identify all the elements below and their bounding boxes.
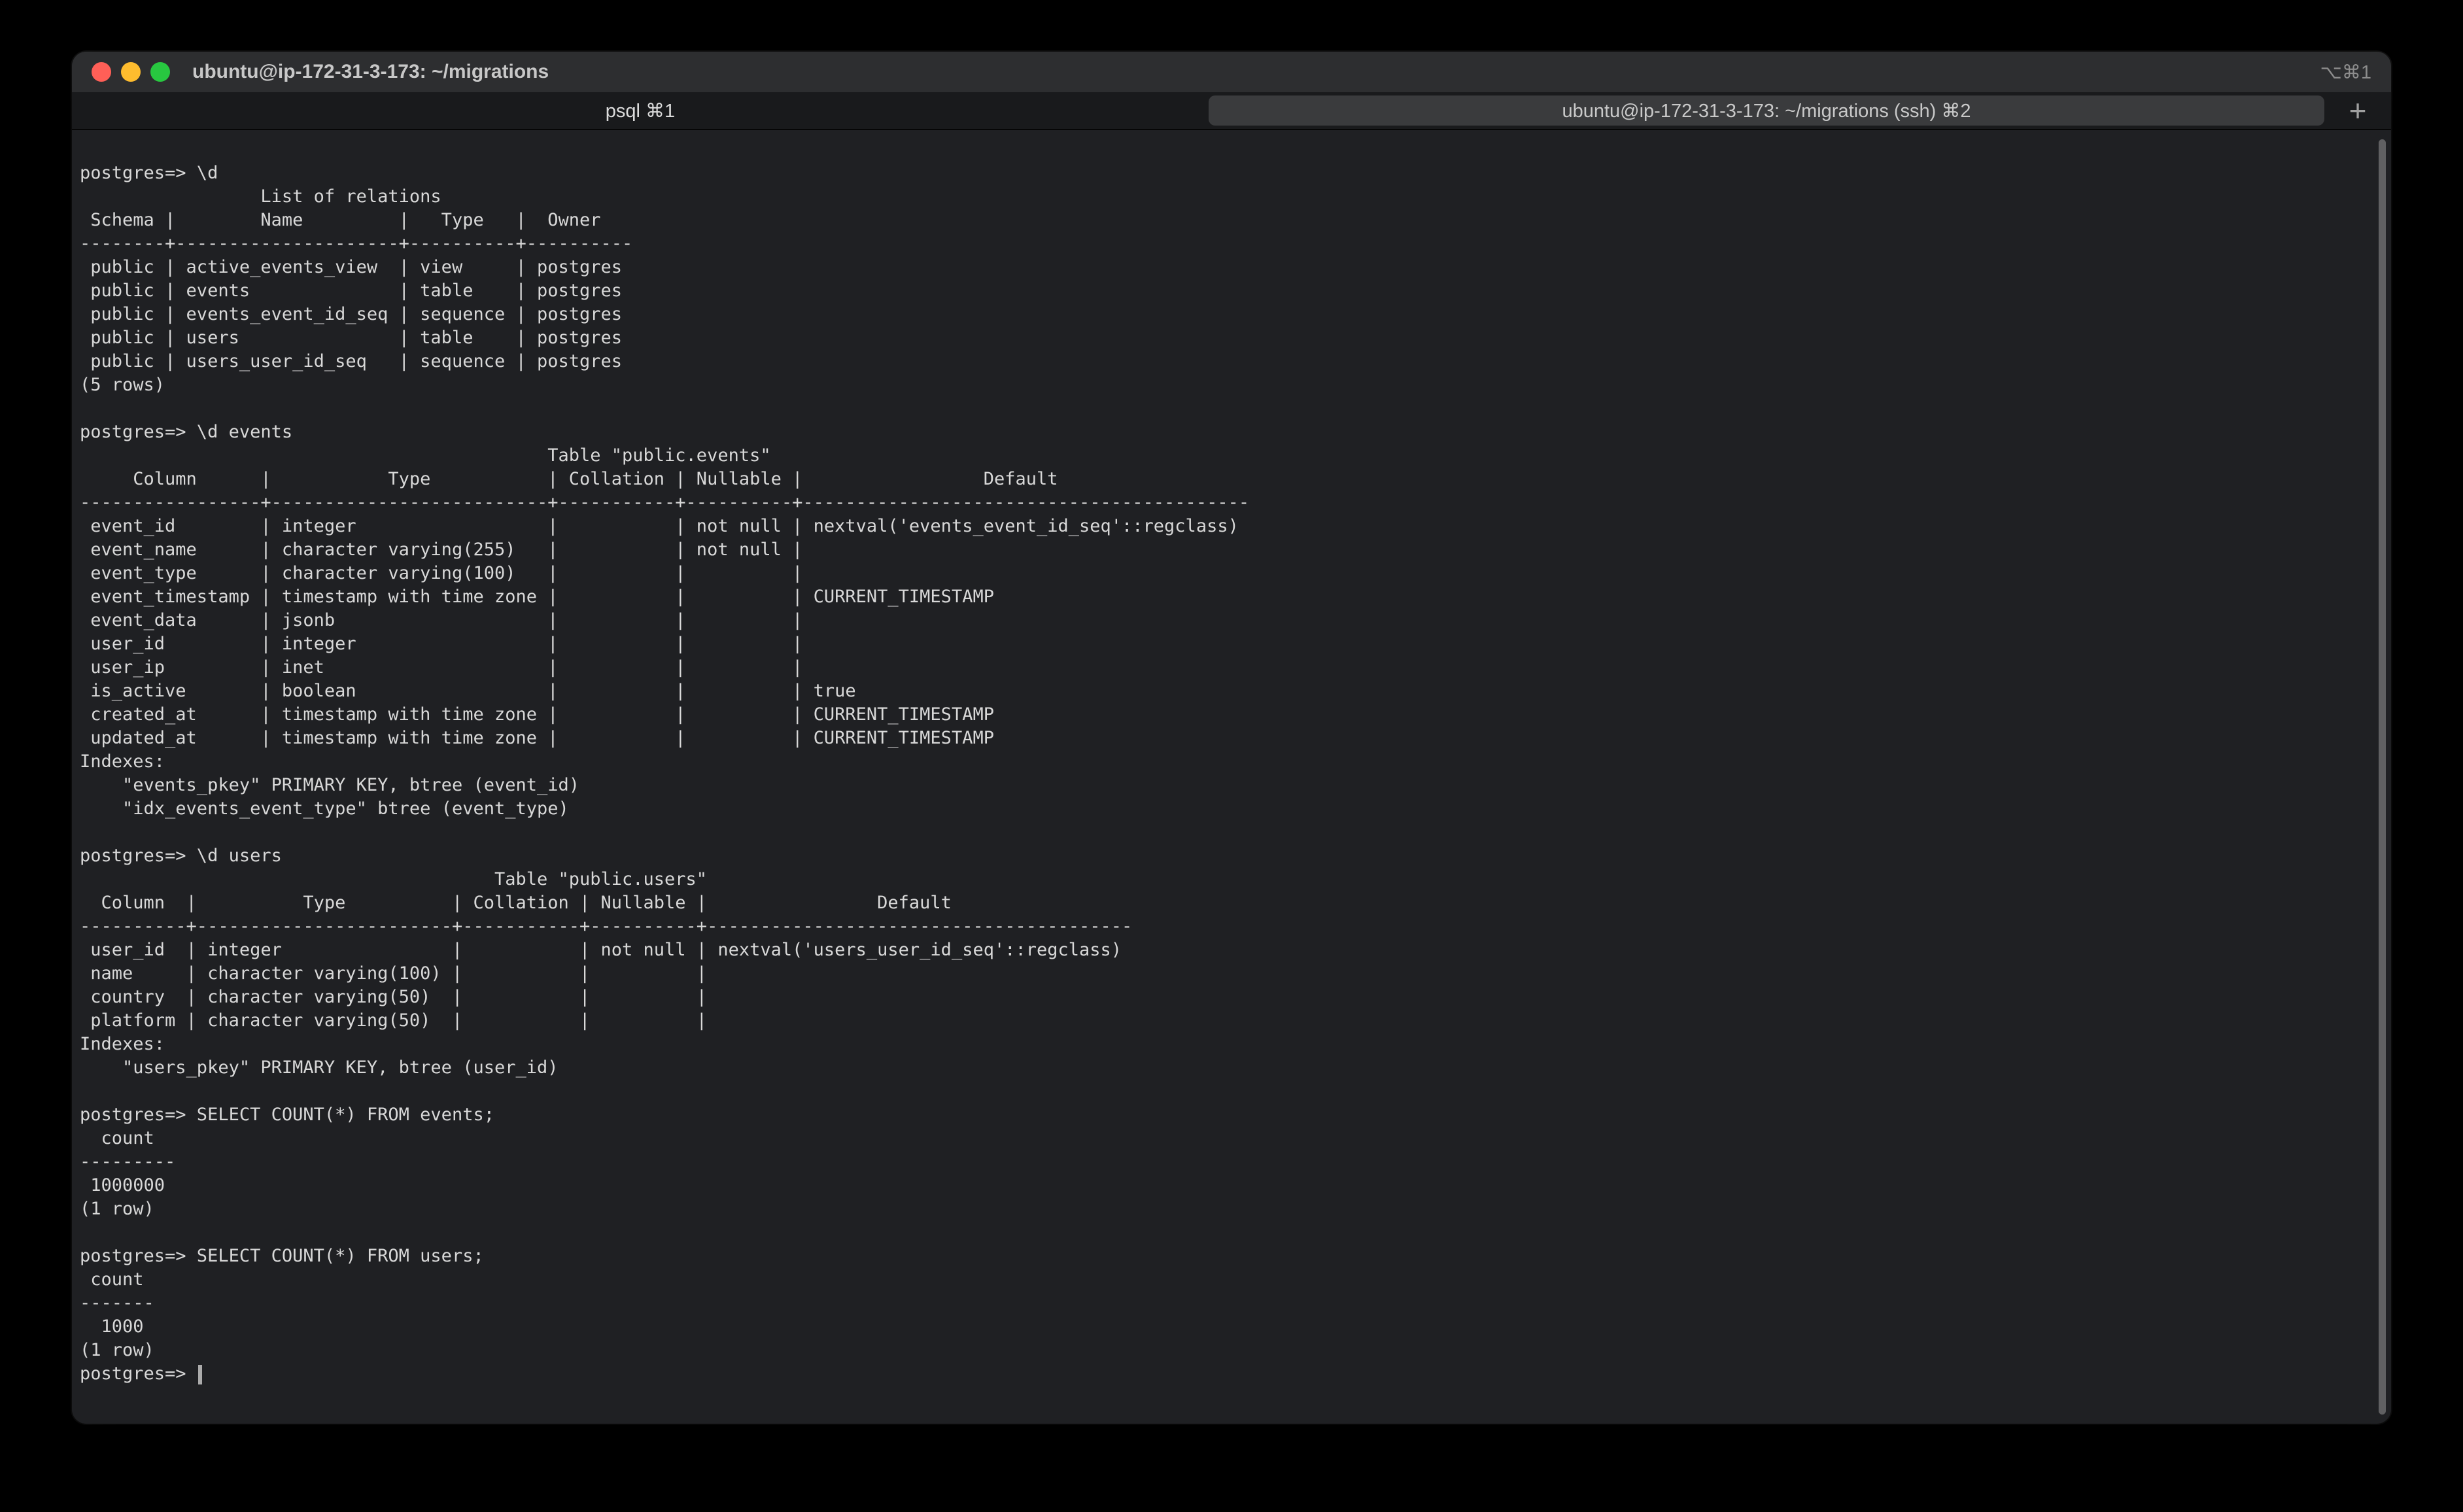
- prompt-text: postgres=>: [80, 1364, 197, 1384]
- terminal-prompt-line: postgres=>: [72, 1362, 2391, 1386]
- new-tab-button[interactable]: +: [2324, 92, 2391, 129]
- tab-ssh-migrations[interactable]: ubuntu@ip-172-31-3-173: ~/migrations (ss…: [1209, 95, 2324, 126]
- terminal-cursor: [198, 1365, 202, 1384]
- tab-bar: psql ⌘1 ubuntu@ip-172-31-3-173: ~/migrat…: [72, 92, 2391, 130]
- terminal-content[interactable]: postgres=> \d List of relations Schema |…: [72, 130, 2391, 1424]
- tab-ssh-migrations-label: ubuntu@ip-172-31-3-173: ~/migrations (ss…: [1562, 99, 1971, 122]
- window-titlebar[interactable]: ubuntu@ip-172-31-3-173: ~/migrations ⌥⌘1: [72, 52, 2391, 92]
- terminal-output: postgres=> \d List of relations Schema |…: [72, 130, 2391, 1362]
- window-title: ubuntu@ip-172-31-3-173: ~/migrations: [192, 61, 549, 83]
- tab-psql-label: psql ⌘1: [606, 99, 675, 122]
- zoom-button[interactable]: [150, 62, 170, 82]
- close-button[interactable]: [92, 62, 111, 82]
- traffic-lights: [92, 62, 170, 82]
- terminal-window: ubuntu@ip-172-31-3-173: ~/migrations ⌥⌘1…: [72, 52, 2391, 1424]
- window-shortcut-badge: ⌥⌘1: [2320, 61, 2371, 84]
- terminal-scrollbar[interactable]: [2379, 139, 2386, 1415]
- tab-psql[interactable]: psql ⌘1: [72, 92, 1209, 129]
- minimize-button[interactable]: [121, 62, 141, 82]
